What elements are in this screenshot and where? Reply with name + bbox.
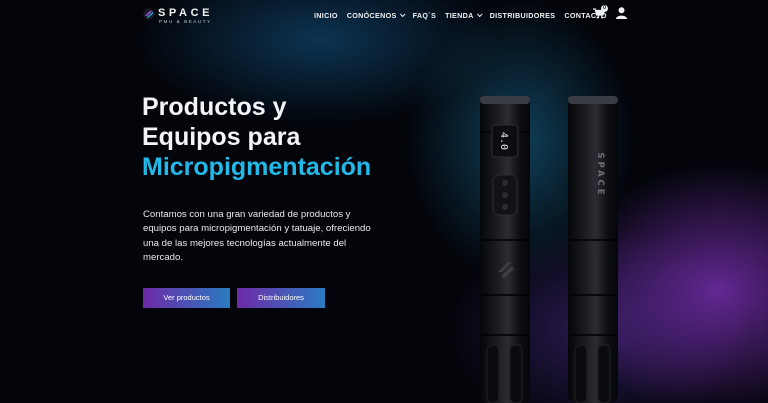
logo-mark-icon (143, 8, 155, 20)
nav-label: INICIO (314, 10, 338, 20)
brand-logo[interactable]: SPACE PMU & BEAUTY (143, 6, 233, 24)
user-icon[interactable] (616, 7, 627, 19)
hero-title-line-1: Productos y (142, 93, 287, 121)
pen-display-readout: 4.0 (498, 132, 509, 150)
pen-brand-engraving: SPACE (595, 152, 605, 197)
hero-background (0, 0, 768, 403)
nav-item-distribuidores[interactable]: DISTRIBUIDORES (490, 11, 556, 20)
nav-label: TIENDA (445, 10, 474, 20)
main-nav: INICIO CONÓCENOS FAQ´S TIENDA DISTRIBUID… (314, 10, 616, 20)
cart-count-badge: 0 (601, 5, 608, 12)
nav-label: DISTRIBUIDORES (489, 10, 556, 20)
nav-item-tienda[interactable]: TIENDA (445, 10, 483, 20)
pen-left: 4.0 (480, 96, 530, 403)
hero-title-line-2: Equipos para (142, 123, 301, 151)
product-pens-image: 4.0 SPACE (480, 96, 618, 403)
nav-item-conocenos[interactable]: CONÓCENOS (346, 10, 406, 20)
hero-title-accent: Micropigmentación (142, 153, 372, 181)
nav-label: FAQ´S (412, 10, 437, 20)
ver-productos-button[interactable]: Ver productos (143, 288, 230, 308)
hero-title: Productos y Equipos para Micropigmentaci… (142, 92, 371, 182)
hero-description: Contamos con una gran variedad de produc… (143, 209, 371, 264)
pen-right: SPACE (568, 96, 618, 403)
nav-item-faqs[interactable]: FAQ´S (413, 11, 436, 20)
nav-item-inicio[interactable]: INICIO (314, 11, 338, 20)
chevron-down-icon (476, 11, 483, 18)
brand-tagline: PMU & BEAUTY (159, 19, 212, 24)
brand-name: SPACE (158, 7, 214, 19)
chevron-down-icon (399, 11, 406, 18)
distribuidores-button[interactable]: Distribuidores (237, 288, 325, 308)
nav-label: CONÓCENOS (346, 10, 397, 20)
